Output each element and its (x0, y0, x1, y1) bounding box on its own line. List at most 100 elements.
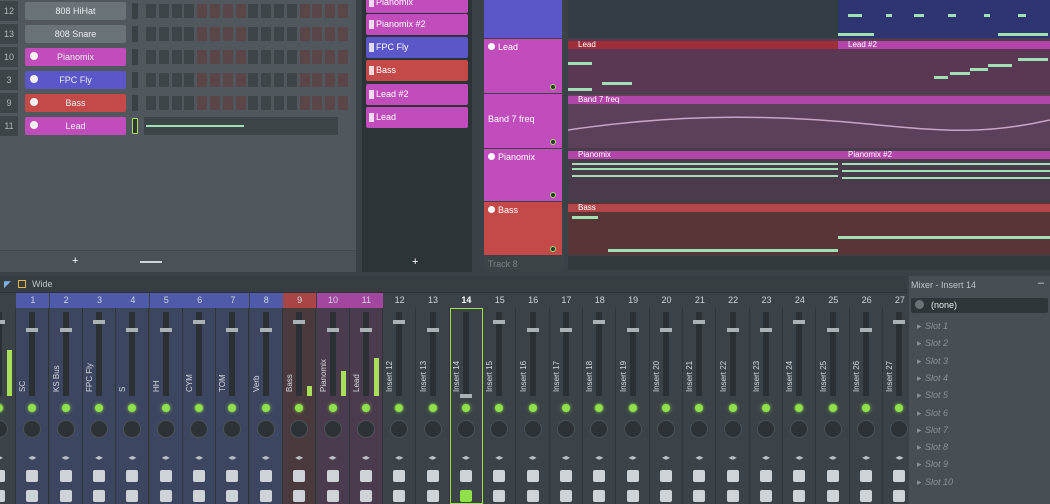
send-button[interactable] (793, 490, 806, 502)
step-pad[interactable] (171, 27, 182, 41)
fader-track[interactable] (893, 312, 906, 396)
track-fpc[interactable] (484, 0, 562, 38)
step-pad[interactable] (274, 96, 284, 110)
mute-led-icon[interactable] (228, 404, 237, 412)
fader-cap[interactable] (293, 320, 306, 324)
step-pad[interactable] (210, 27, 220, 41)
step-pad[interactable] (261, 73, 272, 87)
stereo-swap-icon[interactable]: ◂▸ (60, 454, 72, 462)
route-button[interactable] (693, 470, 706, 482)
step-pad[interactable] (184, 96, 195, 110)
fader-cap[interactable] (526, 328, 539, 332)
route-button[interactable] (893, 470, 906, 482)
step-pad[interactable] (248, 96, 259, 110)
effect-slot[interactable]: ▸ Slot 7 (917, 422, 1042, 438)
step-pad[interactable] (184, 50, 195, 64)
fader-cap[interactable] (393, 320, 406, 324)
mixer-strip[interactable]: Insert 12 ◂▸ (383, 308, 417, 504)
fader-cap[interactable] (726, 328, 739, 332)
step-pad[interactable] (274, 50, 284, 64)
mixer-strip[interactable]: Insert 18 ◂▸ (583, 308, 617, 504)
step-pad[interactable] (146, 27, 156, 41)
mute-led-icon[interactable] (862, 404, 871, 412)
effect-slot[interactable]: ▸ Slot 5 (917, 387, 1042, 403)
fader-cap[interactable] (93, 320, 106, 324)
channel-number[interactable]: 3 (0, 70, 18, 90)
mixer-track-number[interactable]: 7 (216, 293, 250, 308)
fader-track[interactable] (193, 312, 206, 396)
send-button[interactable] (660, 490, 672, 502)
send-button[interactable] (26, 490, 39, 502)
mixer-track-number[interactable]: 1 (16, 293, 50, 308)
pan-knob[interactable] (456, 420, 475, 438)
step-pad[interactable] (146, 4, 156, 18)
stereo-swap-icon[interactable]: ◂▸ (226, 454, 238, 462)
step-pad[interactable] (286, 96, 297, 110)
piano-roll-preview[interactable] (144, 117, 338, 135)
mixer-strip[interactable]: Insert 22 ◂▸ (716, 308, 750, 504)
step-pad[interactable] (325, 96, 336, 110)
step-pad[interactable] (338, 27, 348, 41)
step-pad[interactable] (197, 27, 208, 41)
stereo-swap-icon[interactable]: ◂▸ (660, 454, 672, 462)
mixer-strip[interactable]: Insert 25 ◂▸ (816, 308, 850, 504)
step-pad[interactable] (197, 50, 208, 64)
fader-track[interactable] (93, 312, 106, 396)
channel-select[interactable] (132, 49, 138, 65)
route-button[interactable] (159, 470, 172, 482)
pan-knob[interactable] (356, 420, 375, 438)
send-button[interactable] (426, 490, 439, 502)
route-button[interactable] (393, 470, 406, 482)
channel-select[interactable] (132, 95, 138, 111)
mixer-strip[interactable]: ◂▸ (0, 308, 16, 504)
fader-cap[interactable] (126, 328, 139, 332)
track-header[interactable]: Bass (484, 202, 562, 255)
pan-knob[interactable] (223, 420, 242, 438)
pan-knob[interactable] (556, 420, 575, 438)
pan-knob[interactable] (757, 420, 776, 438)
mixer-track-number[interactable]: 8 (249, 293, 283, 308)
step-pad[interactable] (210, 73, 220, 87)
route-button[interactable] (760, 470, 773, 482)
send-button[interactable] (893, 490, 906, 502)
step-pad[interactable] (210, 96, 220, 110)
fader-cap[interactable] (226, 328, 239, 332)
fader-track[interactable] (660, 312, 672, 396)
send-button[interactable] (526, 490, 539, 502)
mixer-strip[interactable]: Lead ◂▸ (349, 308, 383, 504)
step-pad[interactable] (312, 27, 323, 41)
clip-source-item[interactable]: Pianomix #2 (366, 14, 468, 35)
mixer-strip[interactable]: Insert 26 ◂▸ (850, 308, 884, 504)
mute-led-icon[interactable] (662, 404, 670, 412)
step-pad[interactable] (171, 50, 182, 64)
pan-knob[interactable] (857, 420, 876, 438)
stereo-swap-icon[interactable]: ◂▸ (793, 454, 805, 462)
mute-led-icon[interactable] (695, 404, 704, 412)
pan-knob[interactable] (323, 420, 342, 438)
step-pad[interactable] (338, 50, 348, 64)
pan-knob[interactable] (256, 420, 275, 438)
clip-source-item[interactable]: Bass (366, 60, 468, 81)
pan-knob[interactable] (657, 420, 675, 438)
step-pad[interactable] (222, 73, 233, 87)
step-pad[interactable] (146, 73, 156, 87)
fader-track[interactable] (693, 312, 706, 396)
mixer-track-number[interactable]: 14 (449, 293, 483, 308)
route-button[interactable] (826, 470, 839, 482)
pan-knob[interactable] (156, 420, 175, 438)
fader-cap[interactable] (860, 328, 873, 332)
channel-select[interactable] (132, 26, 138, 42)
step-pad[interactable] (210, 4, 220, 18)
mixer-strip[interactable]: Insert 19 ◂▸ (616, 308, 650, 504)
scrollbar-handle[interactable] (140, 261, 162, 263)
channel-name-button[interactable]: Lead (25, 117, 126, 135)
channel-number[interactable]: 11 (0, 116, 18, 136)
stereo-swap-icon[interactable]: ◂▸ (860, 454, 872, 462)
channel-select[interactable] (132, 118, 138, 134)
mixer-track-number[interactable]: 24 (783, 293, 817, 308)
fader-track[interactable] (393, 312, 406, 396)
stereo-swap-icon[interactable]: ◂▸ (460, 454, 472, 462)
step-pad[interactable] (171, 73, 182, 87)
minimize-icon[interactable]: – (1038, 277, 1044, 289)
track-header[interactable]: Pianomix (484, 149, 562, 201)
